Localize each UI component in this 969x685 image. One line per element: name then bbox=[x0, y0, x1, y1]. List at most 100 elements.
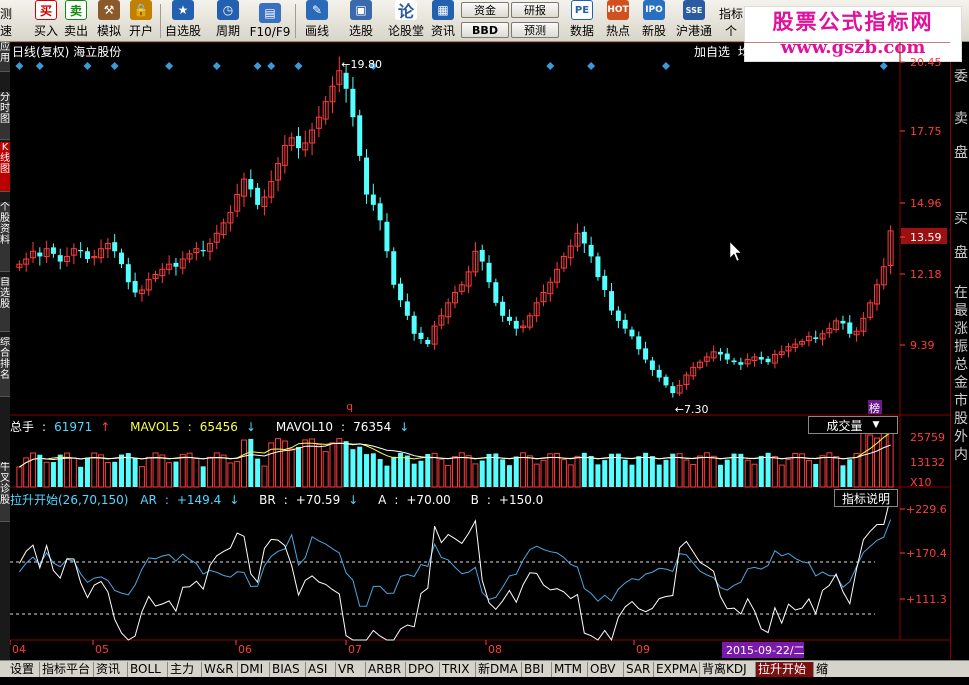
indicator-tab[interactable]: MTM bbox=[552, 662, 588, 677]
candle-body-down bbox=[717, 351, 723, 355]
volume-bar-down bbox=[724, 459, 730, 487]
indicator-tab[interactable]: BIAS bbox=[270, 662, 306, 677]
indicator-tab[interactable]: OBV bbox=[588, 662, 624, 677]
left-vertical-tabs: 应用 分时图 K线图 个股资料 自选股 综合排名 牛叉诊股 bbox=[0, 42, 10, 660]
volume-axis-label: X10 bbox=[910, 476, 932, 489]
volume-bar-down bbox=[813, 463, 819, 487]
side-panel-label: 内 bbox=[954, 447, 968, 463]
toolbar-sell-button[interactable]: 卖卖出 bbox=[63, 0, 89, 42]
volume-bar-up bbox=[43, 461, 50, 488]
volume-legend: 总手:61971 ↑ MAVOL5:65456 ↓ MAVOL10:76354 ↓ bbox=[10, 420, 410, 434]
br-label: BR bbox=[259, 493, 276, 507]
toolbar-forum-button[interactable]: 论论股堂 bbox=[386, 0, 426, 42]
indicator-tab[interactable]: 指标平台 bbox=[40, 662, 94, 677]
candles bbox=[16, 56, 894, 398]
signal-diamond-icon bbox=[546, 62, 555, 70]
toolbar-hotspot-button[interactable]: HOT 热点 bbox=[604, 0, 632, 42]
kline-chart[interactable]: 20.45 17.75 14.96 13.59 12.18 9.39 25759 13132… bbox=[10, 42, 950, 660]
ar-label: AR bbox=[140, 493, 157, 507]
news-icon: ▦ bbox=[432, 0, 454, 20]
indicator-tab[interactable]: BBI bbox=[522, 662, 552, 677]
price-label: 9.39 bbox=[910, 339, 935, 352]
left-tab-diagnose[interactable]: 牛叉诊股 bbox=[0, 462, 10, 522]
toolbar-screener-button[interactable]: ▣ 选股 bbox=[345, 0, 377, 42]
left-tab-apps[interactable]: 应用 bbox=[0, 42, 10, 72]
left-tab-kline[interactable]: K线图 bbox=[0, 142, 10, 192]
signal-markers bbox=[15, 62, 888, 70]
volume-bar-up bbox=[445, 464, 452, 488]
volume-bar-down bbox=[486, 453, 492, 487]
indicator-tab[interactable]: W&R bbox=[202, 662, 238, 677]
toolbar-draw-label: 画线 bbox=[304, 24, 329, 38]
toolbar-f10-button[interactable]: ▤ F10/F9 bbox=[250, 0, 290, 42]
indicator-tab[interactable]: 缩 bbox=[814, 662, 828, 677]
volume-bar-up bbox=[744, 459, 751, 488]
bbd-button[interactable]: BBD bbox=[461, 22, 509, 38]
side-panel-label: 外 bbox=[954, 429, 968, 445]
toolbar-open-account-button[interactable]: 🔒 开户 bbox=[128, 0, 154, 42]
date-label: 06 bbox=[238, 643, 252, 656]
forecast-button[interactable]: 预测 bbox=[511, 22, 559, 38]
left-tab-profile[interactable]: 个股资料 bbox=[0, 202, 10, 272]
signal-diamond-icon bbox=[15, 62, 24, 70]
capital-button[interactable]: 资金 bbox=[461, 2, 509, 18]
indicator-tab[interactable]: 拉升开始 bbox=[756, 662, 814, 677]
toolbar-speedtest-button[interactable]: 测速 bbox=[0, 0, 20, 42]
volume-bar-up bbox=[540, 459, 547, 488]
indicator-tab[interactable]: 背离KDJ bbox=[700, 662, 756, 677]
price-label: 17.75 bbox=[910, 125, 942, 138]
marker-bang: 榜 bbox=[869, 401, 880, 415]
indicator-tab[interactable]: 资讯 bbox=[94, 662, 128, 677]
indicator-tab[interactable]: 新DMA bbox=[476, 662, 522, 677]
volume-bar-up bbox=[322, 451, 329, 488]
volume-bar-up bbox=[431, 452, 438, 488]
indicator-tab[interactable]: BOLL bbox=[128, 662, 168, 677]
candle-body-down bbox=[513, 320, 519, 329]
indicator-tab[interactable]: ASI bbox=[306, 662, 336, 677]
toolbar-simulate-button[interactable]: ⚒ 模拟 bbox=[96, 0, 122, 42]
volume-selector-button[interactable]: 成交量 ▼ bbox=[808, 416, 898, 434]
indicator-tab[interactable]: 设置 bbox=[8, 662, 40, 677]
candle-body-down bbox=[847, 322, 853, 334]
indicator-help-button[interactable]: 指标说明 bbox=[834, 489, 898, 507]
toolbar-watchlist-button[interactable]: ★ 自选股 bbox=[163, 0, 203, 42]
volume-bar-up bbox=[241, 439, 248, 488]
br-value: +70.59 bbox=[295, 493, 341, 507]
indicator-tab[interactable]: ARBR bbox=[366, 662, 406, 677]
hk-connect-icon: SSE bbox=[683, 0, 705, 20]
signal-diamond-icon bbox=[253, 62, 262, 70]
toolbar-indicator-button[interactable]: 指标个 bbox=[718, 0, 744, 42]
toolbar-connect-button[interactable]: SSE 沪港通 bbox=[674, 0, 714, 42]
toolbar-news-button[interactable]: ▦ 资讯 bbox=[430, 0, 456, 42]
left-tab-ranking[interactable]: 综合排名 bbox=[0, 337, 10, 397]
toolbar-period-button[interactable]: ◷ 周期 bbox=[210, 0, 246, 42]
volume-bar-up bbox=[206, 456, 213, 488]
indicator-tab[interactable]: 主力 bbox=[168, 662, 202, 677]
candle-body-down bbox=[357, 115, 363, 156]
side-panel-label: 股 bbox=[954, 411, 968, 427]
candle-body-down bbox=[656, 369, 662, 378]
volume-bar-up bbox=[873, 437, 880, 488]
indicator-tab[interactable]: DPO bbox=[406, 662, 440, 677]
volume-bar-down bbox=[636, 456, 642, 487]
toolbar-data-button[interactable]: PE 数据 bbox=[568, 0, 596, 42]
candle-body-down bbox=[609, 291, 615, 311]
candle-body-down bbox=[724, 353, 730, 360]
volume-bar-down bbox=[418, 460, 424, 487]
indicator-tab[interactable]: VR bbox=[336, 662, 366, 677]
left-tab-watchlist[interactable]: 自选股 bbox=[0, 277, 10, 332]
candle-body-down bbox=[731, 360, 737, 363]
toolbar-ipo-button[interactable]: IPO 新股 bbox=[640, 0, 668, 42]
side-panel-label: 在 bbox=[954, 285, 968, 301]
mouse-cursor-icon bbox=[729, 241, 742, 262]
research-button[interactable]: 研报 bbox=[511, 2, 559, 18]
volume-bar-up bbox=[261, 465, 268, 488]
left-tab-intraday[interactable]: 分时图 bbox=[0, 92, 10, 140]
side-panel-label: 市 bbox=[954, 393, 968, 409]
indicator-tab[interactable]: EXPMA bbox=[654, 662, 700, 677]
toolbar-buy-button[interactable]: 买买入 bbox=[33, 0, 59, 42]
indicator-tab[interactable]: TRIX bbox=[440, 662, 476, 677]
indicator-tab[interactable]: SAR bbox=[624, 662, 654, 677]
indicator-tab[interactable]: DMI bbox=[238, 662, 270, 677]
toolbar-draw-button[interactable]: ✎ 画线 bbox=[300, 0, 334, 42]
